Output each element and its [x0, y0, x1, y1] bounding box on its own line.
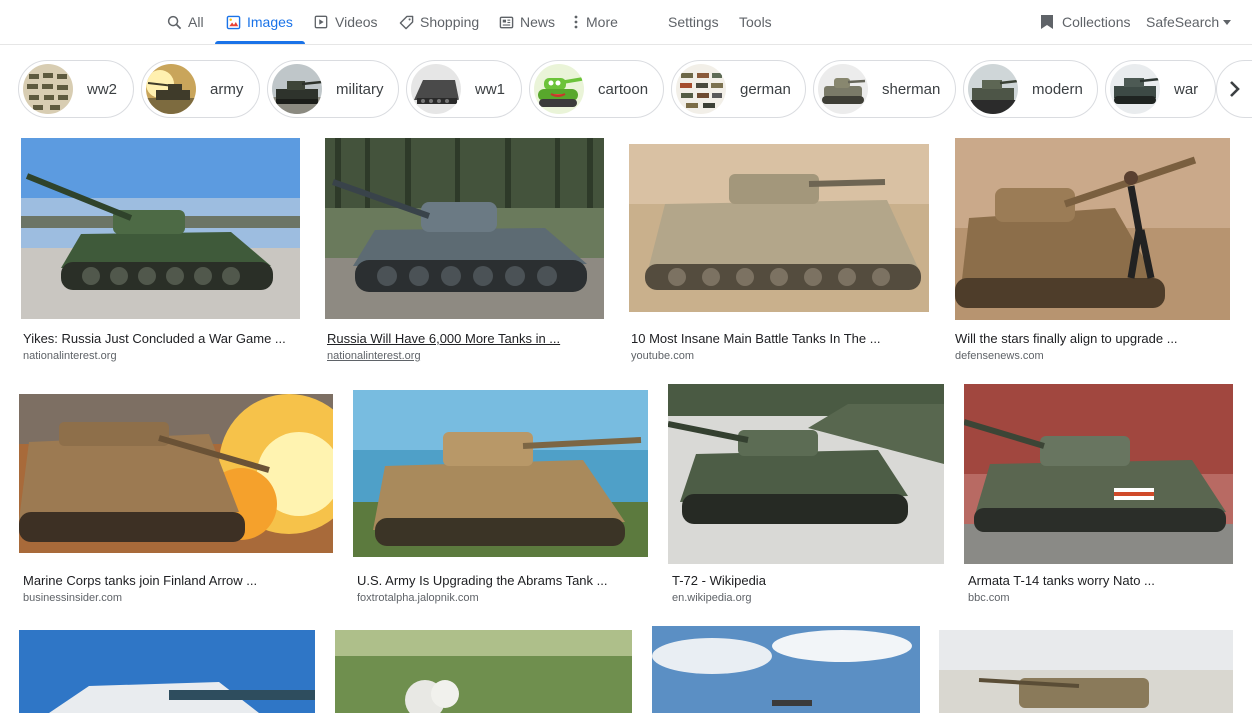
chip-modern[interactable]: modern: [963, 60, 1098, 118]
result-thumbnail: [939, 630, 1233, 713]
image-result[interactable]: Will the stars finally align to upgrade …: [950, 134, 1234, 364]
result-thumbnail: [325, 138, 604, 319]
result-source[interactable]: businessinsider.com: [23, 592, 122, 604]
chevron-right-icon: [1229, 80, 1241, 98]
chip-thumbnail: [818, 64, 868, 114]
chip-sherman[interactable]: sherman: [813, 60, 956, 118]
chip-label: sherman: [882, 80, 941, 98]
result-thumbnail: [21, 138, 300, 319]
image-result[interactable]: Marine Corps tanks join Finland Arrow ..…: [18, 384, 334, 614]
chip-thumbnail: [1110, 64, 1160, 114]
result-source[interactable]: bbc.com: [968, 592, 1010, 604]
image-result[interactable]: [937, 626, 1235, 713]
tab-label: Shopping: [420, 14, 480, 30]
safesearch-label: SafeSearch: [1146, 14, 1220, 30]
safesearch-dropdown[interactable]: SafeSearch: [1146, 0, 1232, 44]
result-title[interactable]: Will the stars finally align to upgrade …: [955, 331, 1178, 346]
result-title[interactable]: T-72 - Wikipedia: [672, 573, 766, 588]
image-result[interactable]: Armata T-14 tanks worry Nato ... bbc.com: [963, 384, 1235, 614]
chip-thumbnail: [146, 64, 196, 114]
result-thumbnail: [964, 384, 1233, 564]
image-result[interactable]: [18, 626, 316, 713]
chip-thumbnail: [676, 64, 726, 114]
chip-label: cartoon: [598, 80, 649, 98]
chip-thumbnail: [534, 64, 584, 114]
result-thumbnail: [955, 138, 1230, 320]
result-title[interactable]: Yikes: Russia Just Concluded a War Game …: [23, 331, 286, 346]
chip-thumbnail: [23, 64, 73, 114]
tab-label: More: [586, 14, 618, 30]
result-thumbnail: [19, 630, 315, 713]
chip-military[interactable]: military: [267, 60, 399, 118]
chip-ww1[interactable]: ww1: [406, 60, 522, 118]
image-icon: [225, 14, 241, 30]
result-thumbnail: [652, 626, 920, 713]
result-source[interactable]: nationalinterest.org: [327, 350, 421, 362]
result-title[interactable]: U.S. Army Is Upgrading the Abrams Tank .…: [357, 573, 607, 588]
settings-link[interactable]: Settings: [668, 0, 719, 44]
result-thumbnail: [668, 384, 944, 564]
chip-label: german: [740, 80, 791, 98]
chip-thumbnail: [968, 64, 1018, 114]
collections-button[interactable]: Collections: [1040, 0, 1130, 44]
chip-label: ww2: [87, 80, 118, 98]
chip-label: army: [210, 80, 244, 98]
tab-videos[interactable]: Videos: [313, 0, 378, 44]
collections-label: Collections: [1062, 14, 1131, 30]
result-thumbnail: [353, 390, 648, 557]
tab-all[interactable]: All: [166, 0, 204, 44]
image-result[interactable]: [651, 626, 921, 713]
chip-ww2[interactable]: ww2: [18, 60, 134, 118]
chip-label: ww1: [475, 80, 506, 98]
newspaper-icon: [498, 14, 514, 30]
tab-label: Images: [247, 14, 293, 30]
chip-cartoon[interactable]: cartoon: [529, 60, 664, 118]
result-source[interactable]: nationalinterest.org: [23, 350, 117, 362]
result-title[interactable]: Marine Corps tanks join Finland Arrow ..…: [23, 573, 257, 588]
caret-down-icon: [1223, 19, 1232, 25]
more-vert-icon: [572, 14, 580, 30]
tab-news[interactable]: News: [498, 0, 555, 44]
result-title[interactable]: Russia Will Have 6,000 More Tanks in ...: [327, 331, 560, 346]
chip-war[interactable]: war: [1105, 60, 1216, 118]
result-source[interactable]: foxtrotalpha.jalopnik.com: [357, 592, 479, 604]
result-title[interactable]: Armata T-14 tanks worry Nato ...: [968, 573, 1155, 588]
image-result[interactable]: Yikes: Russia Just Concluded a War Game …: [18, 134, 304, 364]
result-title[interactable]: 10 Most Insane Main Battle Tanks In The …: [631, 331, 881, 346]
chip-army[interactable]: army: [141, 60, 260, 118]
result-source[interactable]: youtube.com: [631, 350, 694, 362]
tab-images[interactable]: Images: [215, 0, 305, 44]
tab-label: News: [520, 14, 556, 30]
chip-thumbnail: [272, 64, 322, 114]
result-source[interactable]: en.wikipedia.org: [672, 592, 752, 604]
chip-label: modern: [1032, 80, 1083, 98]
search-icon: [166, 14, 182, 30]
image-result[interactable]: U.S. Army Is Upgrading the Abrams Tank .…: [352, 384, 650, 614]
chip-thumbnail: [411, 64, 461, 114]
tools-link[interactable]: Tools: [739, 0, 772, 44]
image-result[interactable]: 10 Most Insane Main Battle Tanks In The …: [626, 134, 932, 364]
chip-label: military: [336, 80, 384, 98]
top-navigation: All Images Videos Shopping News More Set…: [0, 0, 1252, 45]
tab-shopping[interactable]: Shopping: [398, 0, 479, 44]
tab-label: All: [188, 14, 204, 30]
tab-more[interactable]: More: [572, 0, 618, 44]
result-thumbnail: [335, 630, 632, 713]
image-result[interactable]: T-72 - Wikipedia en.wikipedia.org: [668, 384, 946, 614]
image-result[interactable]: [334, 626, 634, 713]
result-thumbnail: [19, 394, 333, 553]
related-searches-chips: ww2 army military ww1 cartoon german she…: [0, 60, 1252, 120]
tag-icon: [398, 14, 414, 30]
result-source[interactable]: defensenews.com: [955, 350, 1044, 362]
chip-label: war: [1174, 80, 1199, 98]
tab-label: Videos: [335, 14, 378, 30]
image-result[interactable]: Russia Will Have 6,000 More Tanks in ...…: [322, 134, 608, 364]
result-thumbnail: [629, 144, 929, 312]
chip-german[interactable]: german: [671, 60, 806, 118]
bookmark-icon: [1040, 14, 1054, 30]
play-icon: [313, 14, 329, 30]
